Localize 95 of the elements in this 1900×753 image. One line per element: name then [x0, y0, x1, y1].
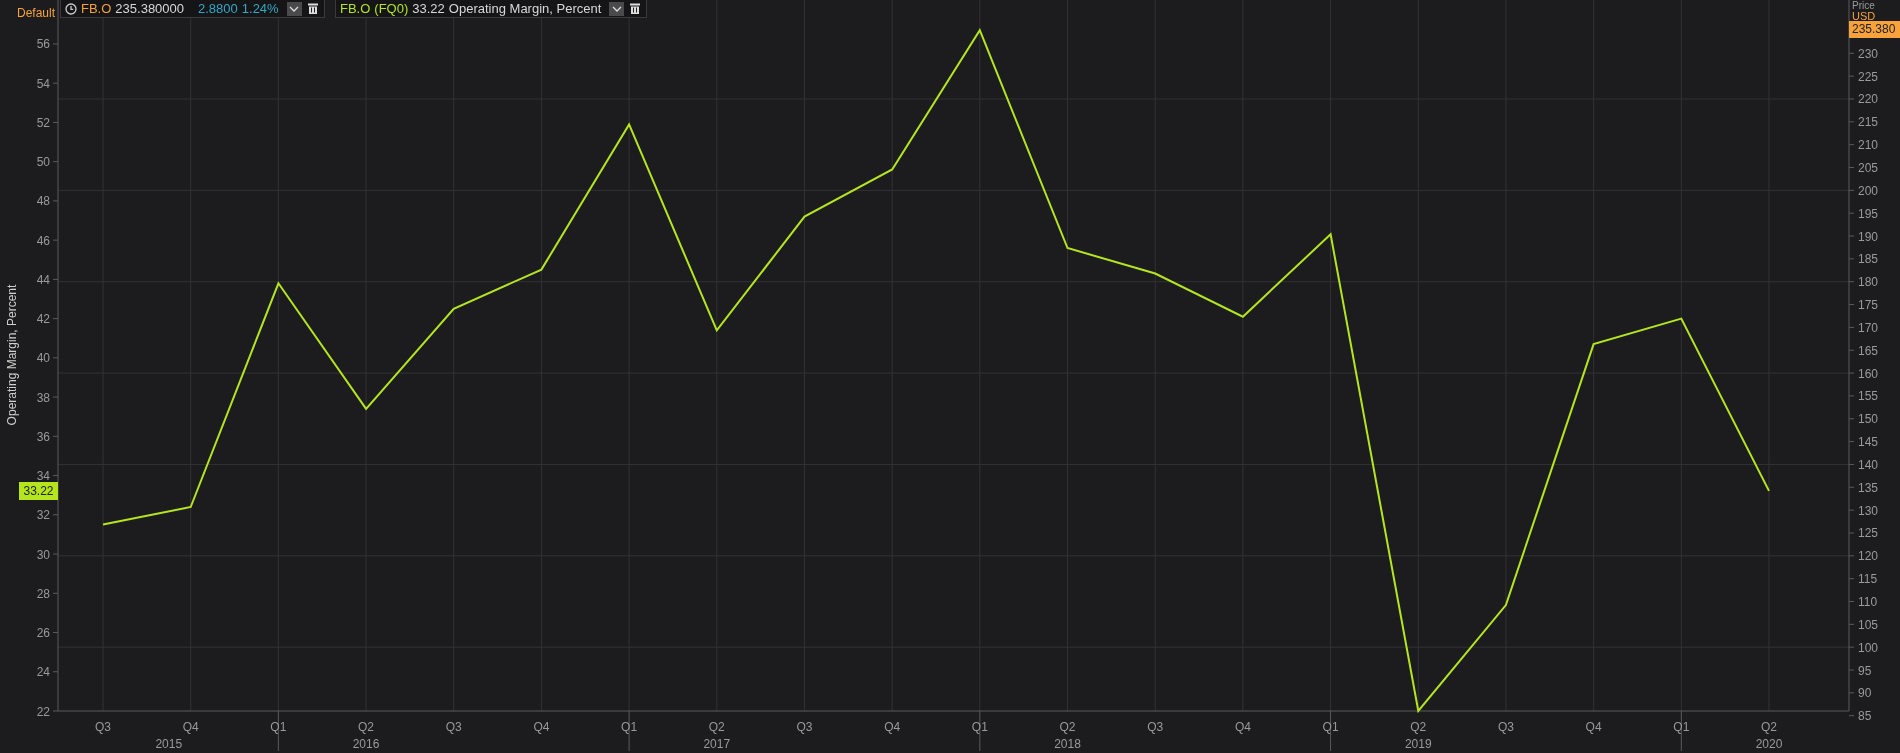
axis-tick-label: 220 — [1858, 92, 1879, 107]
axis-tick-label: 125 — [1858, 526, 1879, 541]
layout-label[interactable]: Default — [17, 6, 56, 20]
legend-value: 33.22 — [412, 1, 445, 16]
axis-tick-label: 225 — [1858, 69, 1879, 84]
axis-tick-label: Q2 — [1761, 720, 1777, 734]
clock-icon — [65, 2, 77, 15]
axis-tick-label: Q4 — [1234, 720, 1251, 734]
trash-icon — [307, 3, 318, 14]
axis-tick-label: Q1 — [971, 720, 988, 734]
axis-tick-label: 100 — [1858, 640, 1879, 655]
legend-symbol: FB.O — [340, 1, 371, 16]
axis-tick-label: Q3 — [1147, 720, 1164, 734]
axis-tick-label: 42 — [36, 312, 50, 327]
axis-tick-label: Q4 — [182, 720, 199, 734]
axis-tick-label: 34 — [36, 469, 50, 484]
legend-series-name: Operating Margin, Percent — [448, 1, 602, 16]
axis-tick-label: 32 — [36, 508, 50, 523]
axis-title: Price — [1852, 0, 1875, 11]
axis-unit: USD — [1852, 9, 1876, 22]
axis-tick-label: 40 — [36, 351, 50, 366]
axis-year-label: 2015 — [155, 737, 183, 751]
axis-tick-label: Q2 — [1059, 720, 1076, 734]
axis-year-label: 2017 — [703, 737, 731, 751]
axis-tick-label: 26 — [36, 626, 50, 640]
axis-tick-label: 155 — [1858, 389, 1879, 404]
axis-tick-label: 185 — [1858, 252, 1879, 267]
axis-tick-label: Q2 — [358, 720, 375, 734]
axis-tick-label: 46 — [36, 233, 50, 248]
axis-tick-label: Q1 — [1673, 720, 1690, 734]
axis-tick-label: 105 — [1858, 617, 1879, 632]
axis-tick-label: 140 — [1858, 457, 1879, 472]
axis-tick-label: 200 — [1858, 183, 1879, 198]
dropdown-button[interactable] — [609, 1, 625, 16]
axis-year-label: 2019 — [1404, 737, 1432, 751]
legend-symbol: FB.O — [81, 1, 112, 16]
axis-tick-label: Q1 — [270, 720, 287, 734]
axis-tick-label: 85 — [1858, 709, 1872, 724]
axis-tick-label: Q3 — [1497, 720, 1514, 734]
axis-tick-label: 115 — [1858, 572, 1878, 587]
legend-change-percent: 1.24% — [241, 1, 279, 16]
dropdown-button[interactable] — [286, 1, 302, 16]
axis-tick-label: 205 — [1858, 161, 1879, 175]
axis-tick-label: 170 — [1858, 320, 1879, 335]
axis-tick-label: 30 — [36, 547, 50, 562]
axis-year-label: 2018 — [1054, 737, 1081, 751]
axis-tick-label: Q3 — [95, 720, 111, 734]
axis-tick-label: 175 — [1858, 298, 1879, 313]
axis-tick-label: 56 — [36, 37, 50, 52]
axis-tick-label: 145 — [1858, 435, 1879, 450]
axis-tick-label: 110 — [1858, 595, 1878, 609]
axis-tick-label: 195 — [1858, 206, 1879, 221]
axis-tick-label: 215 — [1858, 115, 1879, 130]
axis-tick-label: Q4 — [1585, 720, 1602, 734]
axis-tick-label: 150 — [1858, 412, 1879, 427]
axis-tick-label: 44 — [36, 272, 50, 287]
axis-tick-label: 54 — [36, 76, 50, 91]
axis-tick-label: 190 — [1858, 229, 1879, 244]
axis-tick-label: 95 — [1858, 663, 1872, 678]
axis-tick-label: Q2 — [1410, 720, 1427, 734]
axis-tick-label: 160 — [1858, 366, 1879, 381]
delete-button[interactable] — [305, 1, 320, 16]
axis-tick-label: 210 — [1858, 138, 1879, 153]
axis-tick-label: 36 — [36, 429, 50, 444]
axis-tick-label: 230 — [1858, 46, 1879, 61]
axis-tick-label: Q3 — [796, 720, 813, 734]
axis-tick-label: 52 — [36, 115, 50, 130]
axis-title: Operating Margin, Percent — [5, 284, 19, 426]
trash-icon — [630, 3, 641, 14]
legend-period: (FQ0) — [374, 1, 409, 16]
axis-tick-label: Q3 — [445, 720, 462, 734]
axis-tick-label: 180 — [1858, 275, 1879, 290]
axis-tick-label: 135 — [1858, 480, 1879, 495]
axis-tick-label: Q1 — [621, 720, 638, 734]
axis-tick-label: 130 — [1858, 503, 1879, 518]
legend-change: 2.8800 — [198, 1, 238, 16]
axis-tick-label: 90 — [1858, 686, 1872, 701]
axis-tick-label: 165 — [1858, 343, 1879, 358]
chevron-down-icon — [611, 5, 622, 12]
axis-year-label: 2020 — [1755, 737, 1783, 751]
axis-year-label: 2016 — [352, 737, 380, 751]
axis-tick-label: 120 — [1858, 549, 1879, 564]
chevron-down-icon — [289, 5, 300, 12]
axis-tick-label: 28 — [36, 586, 50, 601]
axis-tick-label: 50 — [36, 155, 50, 170]
axis-tick-label: Q4 — [884, 720, 901, 734]
axis-tick-label: 38 — [36, 390, 50, 405]
legend-price: 235.380000 — [115, 1, 185, 16]
axis-tick-label: Q1 — [1322, 720, 1339, 734]
delete-button[interactable] — [628, 1, 643, 16]
axis-tick-label: 22 — [36, 704, 50, 719]
axis-tick-label: 48 — [36, 194, 50, 209]
axis-tick-label: Q2 — [708, 720, 725, 734]
axis-tick-label: Q4 — [533, 720, 550, 734]
axis-tick-label: 24 — [36, 665, 50, 680]
